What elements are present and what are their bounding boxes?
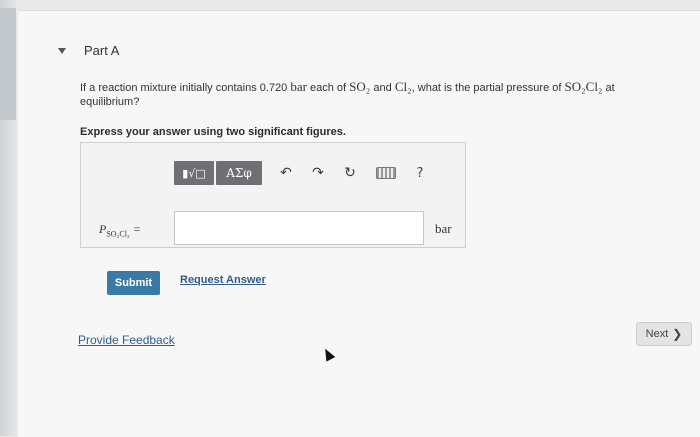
equals-sign: = <box>132 222 141 236</box>
question-text-before: If a reaction mixture initially contains… <box>80 82 288 94</box>
question-text-ask: , what is the partial pressure of <box>411 82 562 94</box>
instruction-text: Express your answer using two significan… <box>80 126 346 138</box>
undo-icon[interactable]: ↶ <box>276 163 296 183</box>
keyboard-icon[interactable] <box>376 167 396 179</box>
submit-button[interactable]: Submit <box>107 271 160 295</box>
next-button[interactable]: Next ❯ <box>636 322 692 346</box>
templates-button[interactable]: ▮√□ <box>174 161 214 185</box>
answer-input[interactable] <box>174 211 424 245</box>
provide-feedback-link[interactable]: Provide Feedback <box>78 333 175 347</box>
part-header[interactable]: Part A <box>58 43 119 58</box>
question-text: If a reaction mixture initially contains… <box>80 80 670 109</box>
redo-icon[interactable]: ↷ <box>308 163 328 183</box>
part-title: Part A <box>84 43 120 58</box>
collapse-caret-icon[interactable] <box>58 47 66 54</box>
species-so2: SO₂ <box>349 79 371 94</box>
reset-icon[interactable]: ↻ <box>340 163 360 183</box>
answer-variable-label: PSO₂Cl₂ = <box>99 222 141 238</box>
sidebar-tab <box>0 8 16 120</box>
next-label: Next <box>645 328 669 340</box>
question-text-and: and <box>373 82 392 94</box>
symbols-button[interactable]: ΑΣφ <box>216 161 262 185</box>
math-toolbar: ▮√□ ΑΣφ ↶ ↷ ↻ ? <box>174 161 430 185</box>
variable-subscript: SO₂Cl₂ <box>106 229 130 239</box>
left-sidebar-strip <box>0 0 16 436</box>
request-answer-link[interactable]: Request Answer <box>180 274 266 286</box>
chevron-right-icon: ❯ <box>672 327 683 341</box>
help-button[interactable]: ? <box>410 163 430 183</box>
question-text-each: each of <box>310 82 347 94</box>
answer-unit: bar <box>435 221 452 236</box>
question-unit-bar: bar <box>290 79 307 94</box>
species-cl2: Cl₂ <box>394 79 412 94</box>
species-so2cl2: SO₂Cl₂ <box>564 79 603 94</box>
answer-box: ▮√□ ΑΣφ ↶ ↷ ↻ ? PSO₂Cl₂ = bar <box>80 142 466 248</box>
